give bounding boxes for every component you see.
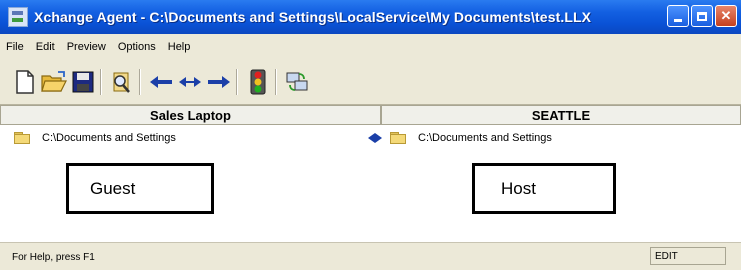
menu-file[interactable]: File <box>0 41 30 53</box>
network-button[interactable] <box>284 68 310 96</box>
compare-panes: Sales Laptop SEATTLE C:\Documents and Se… <box>0 105 741 242</box>
app-window: Xchange Agent - C:\Documents and Setting… <box>0 0 741 270</box>
maximize-button[interactable] <box>691 5 713 27</box>
toolbar <box>0 60 741 105</box>
close-button[interactable]: ✕ <box>715 5 737 27</box>
new-file-button[interactable] <box>12 68 38 96</box>
traffic-light-icon <box>250 69 266 95</box>
maximize-icon <box>697 11 707 21</box>
app-icon[interactable] <box>8 7 28 27</box>
toolbar-separator <box>275 69 277 95</box>
open-folder-icon <box>41 71 67 92</box>
left-pane-header[interactable]: Sales Laptop <box>0 105 381 125</box>
menu-bar: File Edit Preview Options Help <box>0 34 741 61</box>
close-icon: ✕ <box>720 8 732 23</box>
sync-both-icon <box>179 77 201 87</box>
save-icon <box>72 71 94 93</box>
guest-callout: Guest <box>66 163 214 214</box>
host-label: Host <box>501 178 536 198</box>
minimize-button[interactable] <box>667 5 689 27</box>
status-mode-panel: EDIT <box>650 247 726 265</box>
search-button[interactable] <box>109 68 135 96</box>
sync-status-icon <box>368 133 382 143</box>
toolbar-separator <box>100 69 102 95</box>
right-folder-row[interactable]: C:\Documents and Settings <box>368 132 552 144</box>
guest-label: Guest <box>90 178 136 198</box>
status-bar: For Help, press F1 EDIT <box>0 242 741 270</box>
toolbar-separator <box>139 69 141 95</box>
arrow-left-icon <box>150 76 172 88</box>
window-title: Xchange Agent - C:\Documents and Setting… <box>34 9 592 25</box>
traffic-light-button[interactable] <box>245 68 271 96</box>
folder-icon <box>390 132 406 144</box>
save-button[interactable] <box>70 68 96 96</box>
status-help-text: For Help, press F1 <box>12 252 95 263</box>
menu-edit[interactable]: Edit <box>30 41 61 53</box>
right-pane-header[interactable]: SEATTLE <box>381 105 741 125</box>
toolbar-separator <box>236 69 238 95</box>
menu-options[interactable]: Options <box>112 41 162 53</box>
search-icon <box>113 72 130 93</box>
network-icon <box>286 72 308 91</box>
arrow-right-icon <box>208 76 230 88</box>
left-folder-row[interactable]: C:\Documents and Settings <box>14 132 176 144</box>
menu-help[interactable]: Help <box>162 41 197 53</box>
new-file-icon <box>16 70 34 94</box>
copy-right-button[interactable] <box>206 68 232 96</box>
caption-buttons: ✕ <box>667 5 737 27</box>
minimize-icon <box>674 18 682 22</box>
host-callout: Host <box>472 163 616 214</box>
left-folder-path: C:\Documents and Settings <box>42 132 176 144</box>
folder-icon <box>14 132 30 144</box>
right-folder-path: C:\Documents and Settings <box>418 132 552 144</box>
sync-both-button[interactable] <box>177 68 203 96</box>
menu-preview[interactable]: Preview <box>61 41 112 53</box>
title-bar[interactable]: Xchange Agent - C:\Documents and Setting… <box>0 0 741 34</box>
status-mode: EDIT <box>655 250 678 262</box>
open-button[interactable] <box>41 68 67 96</box>
copy-left-button[interactable] <box>148 68 174 96</box>
